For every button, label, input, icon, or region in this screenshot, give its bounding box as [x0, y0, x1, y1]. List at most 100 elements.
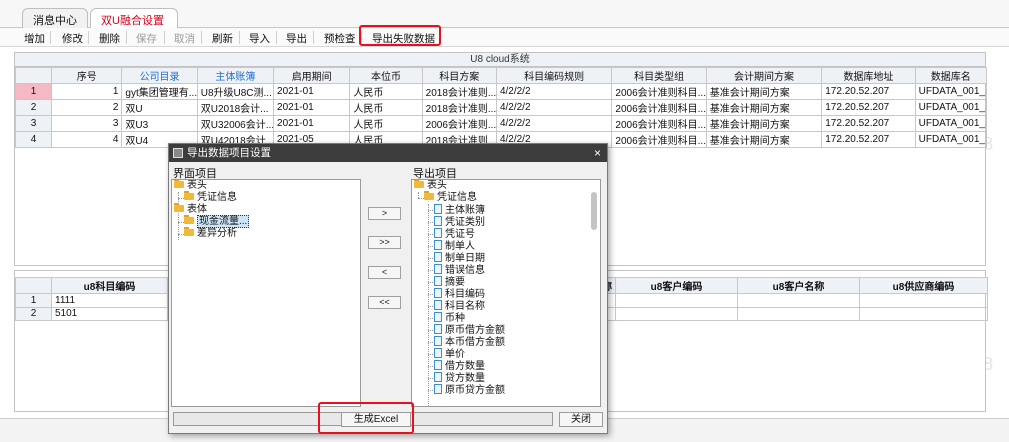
table-cell[interactable]: UFDATA_001_...: [914, 115, 988, 132]
left-item-tree[interactable]: 表头 凭证信息 表体 现金流量... 差异分析: [171, 179, 361, 407]
table-cell[interactable]: 4/2/2/2: [495, 83, 613, 100]
table-cell[interactable]: [615, 306, 738, 321]
table-row[interactable]: 3 3 双U3 双U32006会计... 2021-01 人民币 2006会计准则... 4/…: [14, 115, 988, 132]
delete-button[interactable]: 删除: [94, 29, 125, 46]
edit-button[interactable]: 修改: [57, 29, 88, 46]
tree-node-voucher-info[interactable]: 凭证信息: [184, 191, 237, 204]
table-cell[interactable]: 2018会计准则...: [421, 99, 497, 116]
table-cell[interactable]: 2006会计准则科目...: [611, 99, 707, 116]
subject-code-cell[interactable]: 1111: [51, 293, 168, 308]
tree-node-export-item[interactable]: 制单日期: [434, 252, 485, 264]
table-cell[interactable]: 双U3: [121, 115, 198, 132]
tree-node-export-item[interactable]: 主体账簿: [434, 204, 485, 216]
table-cell[interactable]: 2006会计准则...: [421, 115, 497, 132]
table-cell[interactable]: 2006会计准则科目...: [611, 115, 707, 132]
table-cell[interactable]: 2018会计准则...: [421, 83, 497, 100]
vertical-scrollbar[interactable]: [591, 192, 597, 230]
add-button[interactable]: 增加: [19, 29, 50, 46]
col-header[interactable]: 序号: [51, 67, 123, 84]
table-cell[interactable]: U8升级U8C测...: [196, 83, 275, 100]
table-cell[interactable]: 基准会计期间方案: [705, 99, 823, 116]
table-cell[interactable]: UFDATA_001_...: [914, 83, 988, 100]
tree-node-export-item[interactable]: 原币贷方金额: [434, 384, 505, 396]
table-cell[interactable]: 2006会计准则科目...: [611, 83, 707, 100]
table-cell[interactable]: [615, 293, 738, 308]
table-cell[interactable]: 基准会计期间方案: [705, 115, 823, 132]
col-header[interactable]: 科目方案: [421, 67, 497, 84]
tree-node-export-item[interactable]: 币种: [434, 312, 465, 324]
col-header[interactable]: u8客户编码: [615, 277, 738, 294]
table-cell[interactable]: gyt集团管理有...: [121, 83, 198, 100]
close-icon[interactable]: ×: [594, 144, 601, 162]
table-cell[interactable]: 基准会计期间方案: [705, 131, 823, 148]
table-cell[interactable]: 172.20.52.207: [821, 83, 916, 100]
tree-node-export-item[interactable]: 原币借方金额: [434, 324, 505, 336]
table-cell[interactable]: 人民币: [349, 99, 423, 116]
table-cell[interactable]: 双U2018会计...: [196, 99, 275, 116]
dialog-titlebar[interactable]: 导出数据项目设置 ×: [169, 144, 607, 162]
col-header[interactable]: 启用期间: [273, 67, 351, 84]
col-header[interactable]: u8客户名称: [737, 277, 860, 294]
tree-node-export-item[interactable]: 凭证号: [434, 228, 475, 240]
table-cell[interactable]: 4/2/2/2: [495, 115, 613, 132]
tree-node-export-item[interactable]: 本币借方金额: [434, 336, 505, 348]
col-header[interactable]: 会计期间方案: [705, 67, 823, 84]
table-cell[interactable]: 172.20.52.207: [821, 131, 916, 148]
col-header[interactable]: 科目类型组: [611, 67, 707, 84]
move-all-left-button[interactable]: <<: [368, 296, 401, 309]
table-cell[interactable]: [859, 306, 988, 321]
col-header[interactable]: 数据库地址: [821, 67, 916, 84]
move-left-button[interactable]: <: [368, 266, 401, 279]
table-cell[interactable]: 1: [51, 83, 123, 100]
export-button[interactable]: 导出: [281, 29, 312, 46]
tree-node-export-item[interactable]: 单价: [434, 348, 465, 360]
tree-node-voucher-info[interactable]: 凭证信息: [424, 191, 477, 204]
table-row[interactable]: 2 2 双U 双U2018会计... 2021-01 人民币 2018会计准则... 4/2/…: [14, 99, 988, 116]
table-cell[interactable]: 2: [51, 99, 123, 116]
table-cell[interactable]: 3: [51, 115, 123, 132]
tree-node-header[interactable]: 表头: [174, 180, 207, 192]
tree-node-cash-flow[interactable]: 现金流量...: [184, 215, 250, 228]
col-header[interactable]: 科目编码规则: [495, 67, 613, 84]
tree-node-export-item[interactable]: 借方数量: [434, 360, 485, 372]
col-header[interactable]: 主体账簿: [196, 67, 275, 84]
table-cell[interactable]: 2021-01: [273, 115, 351, 132]
table-cell[interactable]: 172.20.52.207: [821, 99, 916, 116]
table-row[interactable]: 1 1 gyt集团管理有... U8升级U8C测... 2021-01 人民币 2018会计…: [14, 83, 988, 100]
table-cell[interactable]: [859, 293, 988, 308]
tree-node-export-item[interactable]: 错误信息: [434, 264, 485, 276]
col-header[interactable]: 本位币: [349, 67, 423, 84]
table-cell[interactable]: 4/2/2/2: [495, 99, 613, 116]
table-cell[interactable]: UFDATA_001_...: [914, 131, 988, 148]
tree-node-export-item[interactable]: 科目编码: [434, 288, 485, 300]
tree-node-export-item[interactable]: 贷方数量: [434, 372, 485, 384]
close-button[interactable]: 关闭: [559, 412, 603, 427]
subject-code-cell[interactable]: 5101: [51, 306, 168, 321]
table-cell[interactable]: [737, 293, 860, 308]
tree-node-export-item[interactable]: 凭证类别: [434, 216, 485, 228]
import-button[interactable]: 导入: [244, 29, 275, 46]
refresh-button[interactable]: 刷新: [207, 29, 238, 46]
tab-message-center[interactable]: 消息中心: [22, 8, 88, 28]
move-right-button[interactable]: >: [368, 207, 401, 220]
table-cell[interactable]: 基准会计期间方案: [705, 83, 823, 100]
col-header[interactable]: u8供应商编码: [859, 277, 988, 294]
table-cell[interactable]: 人民币: [349, 83, 423, 100]
col-header[interactable]: u8科目编码: [51, 277, 168, 294]
tree-node-export-item[interactable]: 摘要: [434, 276, 465, 288]
table-cell[interactable]: 2021-01: [273, 99, 351, 116]
table-cell[interactable]: 2021-01: [273, 83, 351, 100]
export-failed-data-button[interactable]: 导出失败数据: [367, 29, 440, 46]
table-cell[interactable]: 4: [51, 131, 123, 148]
table-cell[interactable]: 人民币: [349, 115, 423, 132]
precheck-button[interactable]: 预检查: [319, 29, 361, 46]
table-cell[interactable]: UFDATA_001_...: [914, 99, 988, 116]
tree-node-variance-analysis[interactable]: 差异分析: [184, 227, 237, 240]
table-cell[interactable]: 双U32006会计...: [196, 115, 275, 132]
cancel-button[interactable]: 取消: [169, 29, 200, 46]
tree-node-header[interactable]: 表头: [414, 180, 447, 192]
col-header[interactable]: 数据库名: [914, 67, 988, 84]
table-cell[interactable]: 172.20.52.207: [821, 115, 916, 132]
right-item-tree[interactable]: 表头 凭证信息 主体账簿 凭证类别 凭证号 制单人 制单日期 错误信息 摘要 科目编码 科目名称…: [411, 179, 601, 407]
table-cell[interactable]: [737, 306, 860, 321]
